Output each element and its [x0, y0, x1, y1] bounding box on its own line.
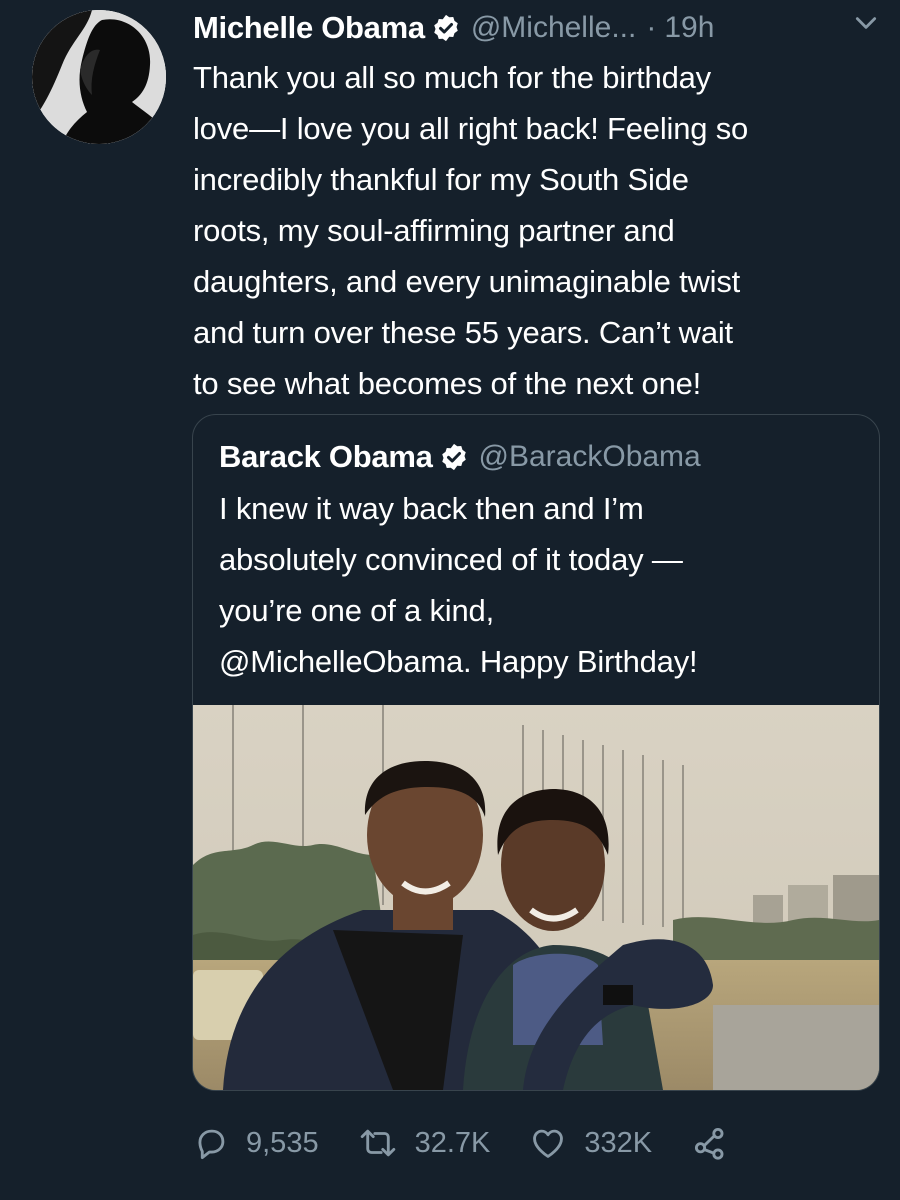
verified-badge-icon [431, 13, 461, 43]
share-button[interactable] [690, 1124, 746, 1162]
avatar-photo [32, 10, 166, 144]
quoted-tweet-photo[interactable] [193, 705, 879, 1090]
tweet-actions: 9,535 32.7K 332K [192, 1118, 882, 1168]
quoted-author-name: Barack Obama [219, 439, 433, 474]
retweet-button[interactable]: 32.7K [357, 1124, 491, 1162]
quoted-tweet-header: Barack Obama @BarackObama [219, 435, 701, 479]
author-name[interactable]: Michelle Obama [193, 10, 425, 46]
share-icon [695, 1127, 724, 1160]
like-count: 332K [584, 1126, 653, 1159]
author-handle[interactable]: @Michelle... [471, 11, 637, 45]
verified-badge-icon [439, 442, 469, 472]
couple-photo [193, 705, 879, 1090]
separator-dot: · [646, 11, 657, 44]
like-button[interactable]: 332K [528, 1124, 652, 1162]
chevron-down-icon[interactable] [853, 10, 879, 36]
reply-count: 9,535 [246, 1126, 319, 1159]
tweet-header: Michelle Obama @Michelle... · 19h [193, 6, 883, 50]
retweet-count: 32.7K [414, 1126, 491, 1159]
quoted-author-handle: @BarackObama [478, 440, 701, 473]
reply-button[interactable]: 9,535 [192, 1124, 319, 1162]
tweet-timestamp[interactable]: 19h [664, 11, 714, 45]
heart-icon [533, 1129, 564, 1158]
retweet-icon [360, 1129, 395, 1157]
quoted-tweet-text: I knew it way back then and I’m absolute… [219, 491, 698, 679]
tweet[interactable]: Michelle Obama @Michelle... · 19h Thank … [0, 0, 900, 1200]
author-avatar[interactable] [32, 10, 166, 144]
quoted-tweet[interactable]: Barack Obama @BarackObama I knew it way … [192, 414, 880, 1091]
tweet-text: Thank you all so much for the birthday l… [193, 60, 749, 401]
reply-icon [198, 1129, 225, 1159]
